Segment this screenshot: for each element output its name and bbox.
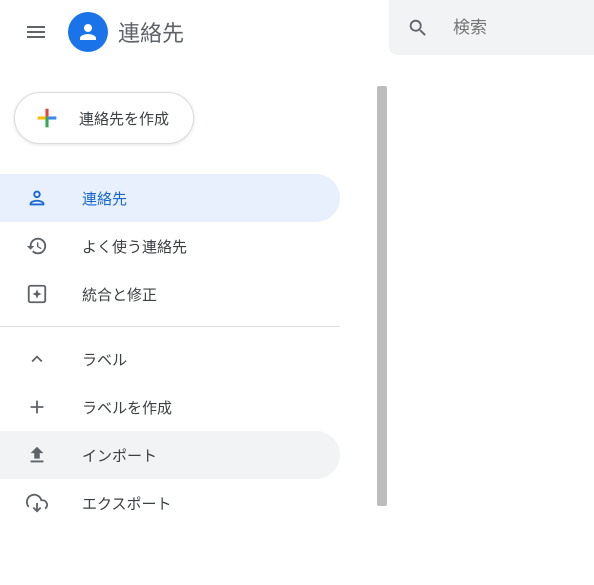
- hamburger-icon: [24, 20, 48, 44]
- history-icon: [26, 235, 54, 257]
- sparkle-box-icon: [26, 283, 54, 305]
- nav-export[interactable]: エクスポート: [0, 479, 340, 527]
- scrollbar[interactable]: [377, 86, 387, 506]
- nav-labels-label: ラベル: [82, 349, 127, 370]
- contacts-logo: [68, 12, 108, 52]
- nav-export-label: エクスポート: [82, 493, 172, 514]
- nav-create-label-label: ラベルを作成: [82, 397, 172, 418]
- nav-contacts[interactable]: 連絡先: [0, 174, 340, 222]
- sidebar-nav-2: ラベル ラベルを作成 インポート エクスポート: [0, 335, 340, 527]
- divider: [0, 326, 340, 327]
- nav-import[interactable]: インポート: [0, 431, 340, 479]
- nav-frequent[interactable]: よく使う連絡先: [0, 222, 340, 270]
- plus-icon: [33, 104, 61, 132]
- app-title: 連絡先: [118, 16, 184, 48]
- person-icon: [76, 20, 100, 44]
- nav-merge-fix[interactable]: 統合と修正: [0, 270, 340, 318]
- nav-merge-fix-label: 統合と修正: [82, 284, 157, 305]
- chevron-up-icon: [26, 348, 54, 370]
- plus-icon: [26, 396, 54, 418]
- person-outline-icon: [26, 187, 54, 209]
- search-container[interactable]: [389, 0, 594, 55]
- create-contact-button[interactable]: 連絡先を作成: [14, 92, 194, 144]
- search-icon: [407, 17, 429, 39]
- nav-labels[interactable]: ラベル: [0, 335, 340, 383]
- nav-frequent-label: よく使う連絡先: [82, 236, 187, 257]
- main-menu-button[interactable]: [12, 8, 60, 56]
- upload-icon: [26, 444, 54, 466]
- nav-import-label: インポート: [82, 445, 157, 466]
- sidebar-nav: 連絡先 よく使う連絡先 統合と修正: [0, 174, 340, 318]
- search-input[interactable]: [453, 18, 553, 38]
- create-contact-label: 連絡先を作成: [79, 108, 169, 129]
- nav-contacts-label: 連絡先: [82, 188, 127, 209]
- nav-create-label[interactable]: ラベルを作成: [0, 383, 340, 431]
- cloud-download-icon: [26, 492, 54, 514]
